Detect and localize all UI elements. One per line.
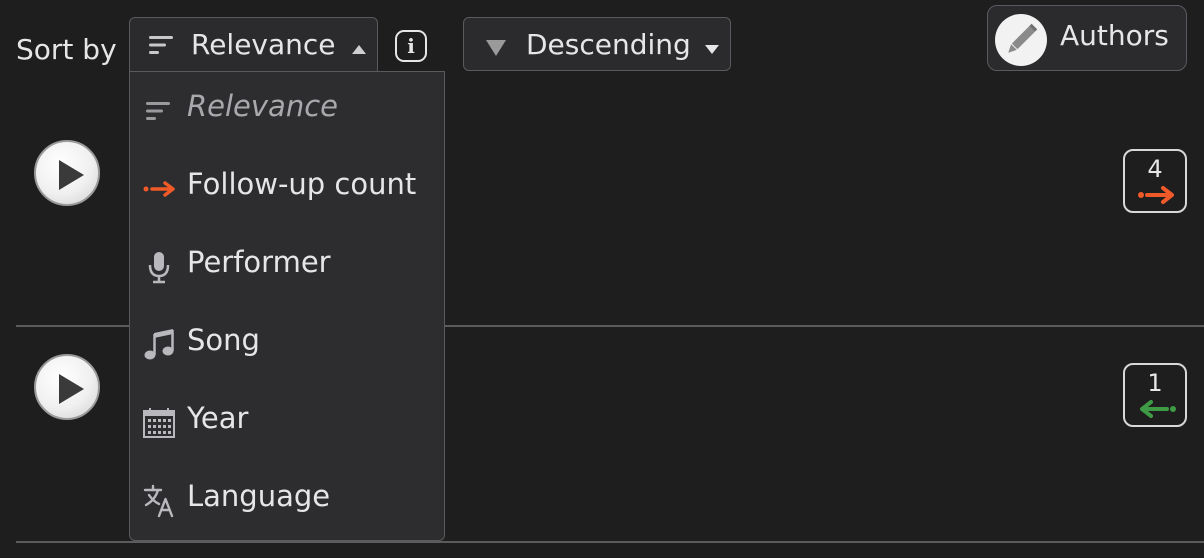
sort-by-select[interactable]: Relevance [129, 17, 378, 71]
sort-info-button[interactable]: i [395, 30, 427, 62]
menu-item-relevance[interactable]: Relevance [130, 72, 444, 150]
follow-up-count-badge[interactable]: 1 [1123, 363, 1187, 427]
music-note-icon [142, 328, 176, 362]
menu-item-label: Year [187, 401, 249, 435]
menu-item-label: Relevance [187, 89, 338, 123]
outgoing-arrow-icon [1138, 186, 1174, 204]
menu-item-label: Song [187, 323, 260, 357]
menu-item-label: Performer [187, 245, 331, 279]
follow-up-count: 1 [1147, 369, 1163, 397]
menu-item-year[interactable]: Year [130, 384, 444, 462]
row-divider [16, 541, 1204, 543]
caret-down-icon [704, 40, 720, 59]
sort-order-select[interactable]: Descending [463, 17, 731, 71]
sort-by-label: Sort by [16, 33, 117, 66]
arrow-right-icon [142, 172, 176, 206]
sort-by-selected-value: Relevance [191, 28, 336, 61]
sort-by-menu: Relevance Follow-up count Performer Song… [129, 71, 445, 541]
play-button[interactable] [34, 354, 100, 420]
sort-lines-icon [142, 94, 176, 128]
menu-item-language[interactable]: Language [130, 462, 444, 540]
menu-item-follow-up-count[interactable]: Follow-up count [130, 150, 444, 228]
authors-button[interactable]: Authors [987, 5, 1187, 71]
menu-item-label: Follow-up count [187, 167, 417, 201]
play-icon [59, 160, 84, 190]
translate-icon [142, 484, 176, 518]
calendar-icon [142, 406, 176, 440]
menu-item-performer[interactable]: Performer [130, 228, 444, 306]
menu-item-song[interactable]: Song [130, 306, 444, 384]
pencil-icon [995, 14, 1047, 66]
triangle-down-icon [485, 39, 507, 61]
microphone-icon [142, 250, 176, 284]
sort-order-selected-value: Descending [526, 28, 691, 61]
follow-up-count: 4 [1147, 155, 1163, 183]
incoming-arrow-icon [1140, 400, 1176, 418]
authors-label: Authors [1060, 19, 1169, 52]
play-icon [59, 374, 84, 404]
menu-item-label: Language [187, 479, 331, 513]
play-button[interactable] [34, 140, 100, 206]
sort-lines-icon [148, 34, 174, 60]
follow-up-count-badge[interactable]: 4 [1123, 149, 1187, 213]
caret-up-icon [351, 40, 367, 59]
